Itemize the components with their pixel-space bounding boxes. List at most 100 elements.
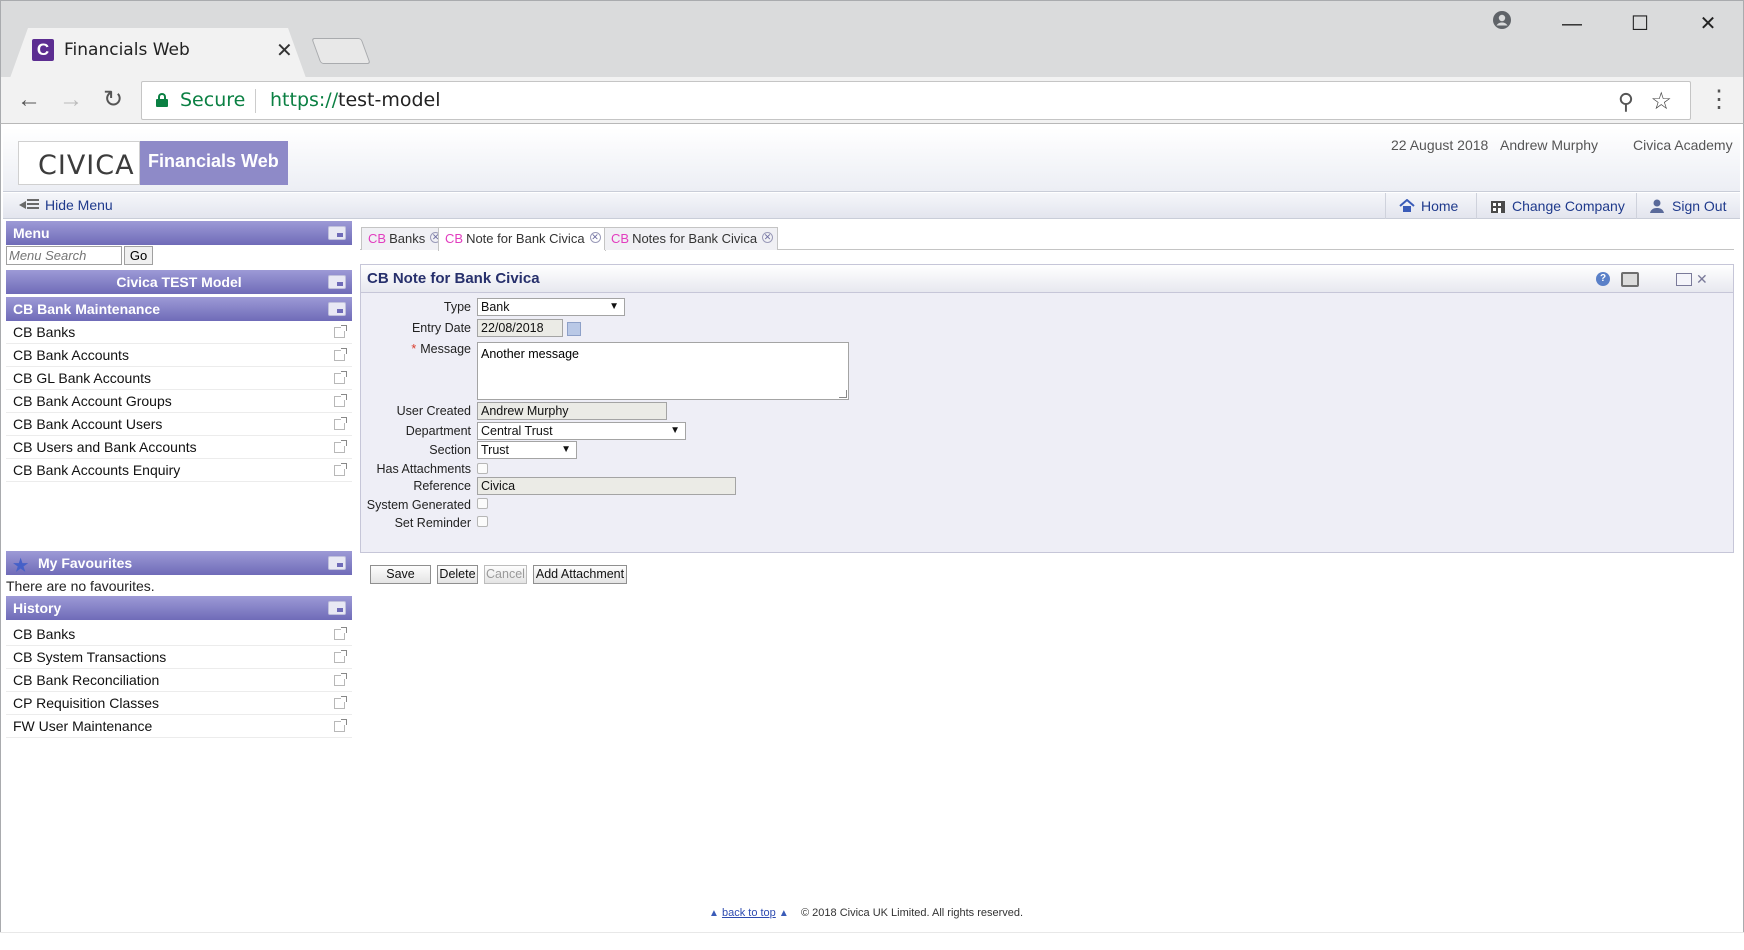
close-window-icon[interactable]: ✕ xyxy=(1686,10,1730,38)
open-new-icon[interactable] xyxy=(334,394,347,407)
tab-banks[interactable]: CB Banks ✕ xyxy=(361,227,447,250)
history-header: History xyxy=(6,596,352,620)
favourites-title: My Favourites xyxy=(38,555,133,571)
open-new-icon[interactable] xyxy=(334,371,347,384)
home-button[interactable]: Home xyxy=(1385,193,1476,219)
back-to-top-link[interactable]: back to top xyxy=(722,907,776,919)
pin-icon[interactable] xyxy=(328,226,346,240)
document-tabs: CB Banks ✕ CB Note for Bank Civica ✕ CB Notes… xyxy=(360,225,1734,251)
menu-item[interactable]: CB Bank Account Users xyxy=(6,413,352,436)
tab-note-for-bank[interactable]: CB Note for Bank Civica ✕ xyxy=(438,227,606,251)
page-footer: ▲ back to top ▲ © 2018 Civica UK Limited… xyxy=(709,907,1023,919)
address-bar[interactable]: Secure https:// test-model ⚲ ☆ xyxy=(141,81,1691,120)
print-icon[interactable] xyxy=(1621,272,1639,287)
has-attachments-label: Has Attachments xyxy=(376,462,472,476)
lock-icon xyxy=(156,93,168,107)
history-item-label: CP Requisition Classes xyxy=(13,695,160,711)
menu-item[interactable]: CB Bank Accounts Enquiry xyxy=(6,459,352,482)
open-new-icon[interactable] xyxy=(334,719,347,732)
open-new-icon[interactable] xyxy=(334,348,347,361)
section-title: CB Bank Maintenance xyxy=(13,301,161,317)
product-banner: Financials Web xyxy=(140,141,288,185)
header-date: 22 August 2018 xyxy=(1391,137,1489,153)
entry-date-field[interactable]: 22/08/2018 xyxy=(477,319,563,337)
section-select[interactable]: Trust ▼ xyxy=(477,441,577,459)
resize-grip-icon[interactable] xyxy=(839,390,847,398)
has-attachments-checkbox[interactable] xyxy=(477,463,488,474)
tab-notes-for-bank[interactable]: CB Notes for Bank Civica ✕ xyxy=(604,227,779,250)
open-new-icon[interactable] xyxy=(334,673,347,686)
section-header[interactable]: CB Bank Maintenance xyxy=(6,297,352,321)
new-tab-button[interactable] xyxy=(311,38,371,64)
history-item[interactable]: CB Bank Reconciliation xyxy=(6,669,352,692)
close-panel-icon[interactable]: ✕ xyxy=(1696,271,1708,288)
open-new-icon[interactable] xyxy=(334,463,347,476)
browser-menu-icon[interactable]: ⋮ xyxy=(1707,85,1731,115)
reload-icon[interactable]: ↻ xyxy=(98,85,128,115)
open-new-icon[interactable] xyxy=(334,325,347,338)
zoom-icon[interactable]: ⚲ xyxy=(1618,89,1634,115)
menu-item[interactable]: CB Users and Bank Accounts xyxy=(6,436,352,459)
dropdown-arrow-icon: ▼ xyxy=(609,301,619,312)
product-name: Financials Web xyxy=(148,151,279,171)
pin-icon[interactable] xyxy=(328,556,346,570)
history-list: CB Banks CB System Transactions CB Bank … xyxy=(6,623,352,738)
browser-tab-title: Financials Web xyxy=(64,40,190,60)
menu-item[interactable]: CB Banks xyxy=(6,321,352,344)
open-new-icon[interactable] xyxy=(334,627,347,640)
help-icon[interactable]: ? xyxy=(1596,272,1610,286)
pin-icon[interactable] xyxy=(328,275,346,289)
change-company-button[interactable]: Change Company xyxy=(1476,193,1636,219)
system-generated-checkbox[interactable] xyxy=(477,498,488,509)
civica-logo[interactable]: CIVICA xyxy=(18,141,140,185)
menu-item[interactable]: CB Bank Account Groups xyxy=(6,390,352,413)
forward-icon[interactable]: → xyxy=(56,85,86,115)
up-folder-icon[interactable] xyxy=(328,302,346,316)
save-button[interactable]: Save xyxy=(370,565,431,584)
required-marker: * xyxy=(411,342,417,356)
system-generated-label: System Generated xyxy=(366,498,471,512)
delete-button[interactable]: Delete xyxy=(437,565,478,584)
home-label: Home xyxy=(1421,198,1459,214)
model-panel-title: Civica TEST Model xyxy=(116,274,242,290)
history-item-label: CB System Transactions xyxy=(13,649,167,665)
tab-module: CB xyxy=(611,231,630,246)
message-textarea[interactable]: Another message xyxy=(477,342,849,400)
set-reminder-checkbox[interactable] xyxy=(477,516,488,527)
close-tab-icon[interactable]: ✕ xyxy=(276,38,293,63)
pin-panel-icon[interactable] xyxy=(1676,273,1692,286)
history-item[interactable]: FW User Maintenance xyxy=(6,715,352,738)
type-select[interactable]: Bank ▼ xyxy=(477,298,625,316)
close-tab-icon[interactable]: ✕ xyxy=(589,232,601,243)
star-icon[interactable]: ☆ xyxy=(1650,87,1672,116)
menu-search-input[interactable] xyxy=(6,246,122,265)
history-item[interactable]: CB System Transactions xyxy=(6,646,352,669)
section-label: Section xyxy=(429,443,471,457)
sign-out-button[interactable]: Sign Out xyxy=(1636,193,1740,219)
maximize-icon[interactable]: ☐ xyxy=(1618,10,1662,38)
minimize-icon[interactable]: — xyxy=(1550,10,1594,38)
add-attachment-button[interactable]: Add Attachment xyxy=(533,565,627,584)
open-new-icon[interactable] xyxy=(334,440,347,453)
sidebar: Menu Go Civica TEST Model CB Bank Mainte… xyxy=(6,221,352,738)
type-label: Type xyxy=(443,300,471,314)
pin-icon[interactable] xyxy=(328,601,346,615)
department-select[interactable]: Central Trust ▼ xyxy=(477,422,686,440)
menu-item[interactable]: CB GL Bank Accounts xyxy=(6,367,352,390)
open-new-icon[interactable] xyxy=(334,650,347,663)
open-new-icon[interactable] xyxy=(334,696,347,709)
message-value: Another message xyxy=(481,347,579,361)
back-icon[interactable]: ← xyxy=(14,85,44,115)
history-item[interactable]: CP Requisition Classes xyxy=(6,692,352,715)
account-icon[interactable] xyxy=(1480,10,1524,38)
history-item[interactable]: CB Banks xyxy=(6,623,352,646)
open-new-icon[interactable] xyxy=(334,417,347,430)
menu-go-button[interactable]: Go xyxy=(124,246,153,265)
home-icon xyxy=(1398,195,1416,212)
cancel-button[interactable]: Cancel xyxy=(484,565,527,584)
hide-menu-button[interactable]: Hide Menu xyxy=(19,197,113,213)
menu-item[interactable]: CB Bank Accounts xyxy=(6,344,352,367)
close-tab-icon[interactable]: ✕ xyxy=(762,232,774,243)
calendar-icon[interactable] xyxy=(567,322,581,336)
favourites-header: ★ My Favourites xyxy=(6,551,352,575)
